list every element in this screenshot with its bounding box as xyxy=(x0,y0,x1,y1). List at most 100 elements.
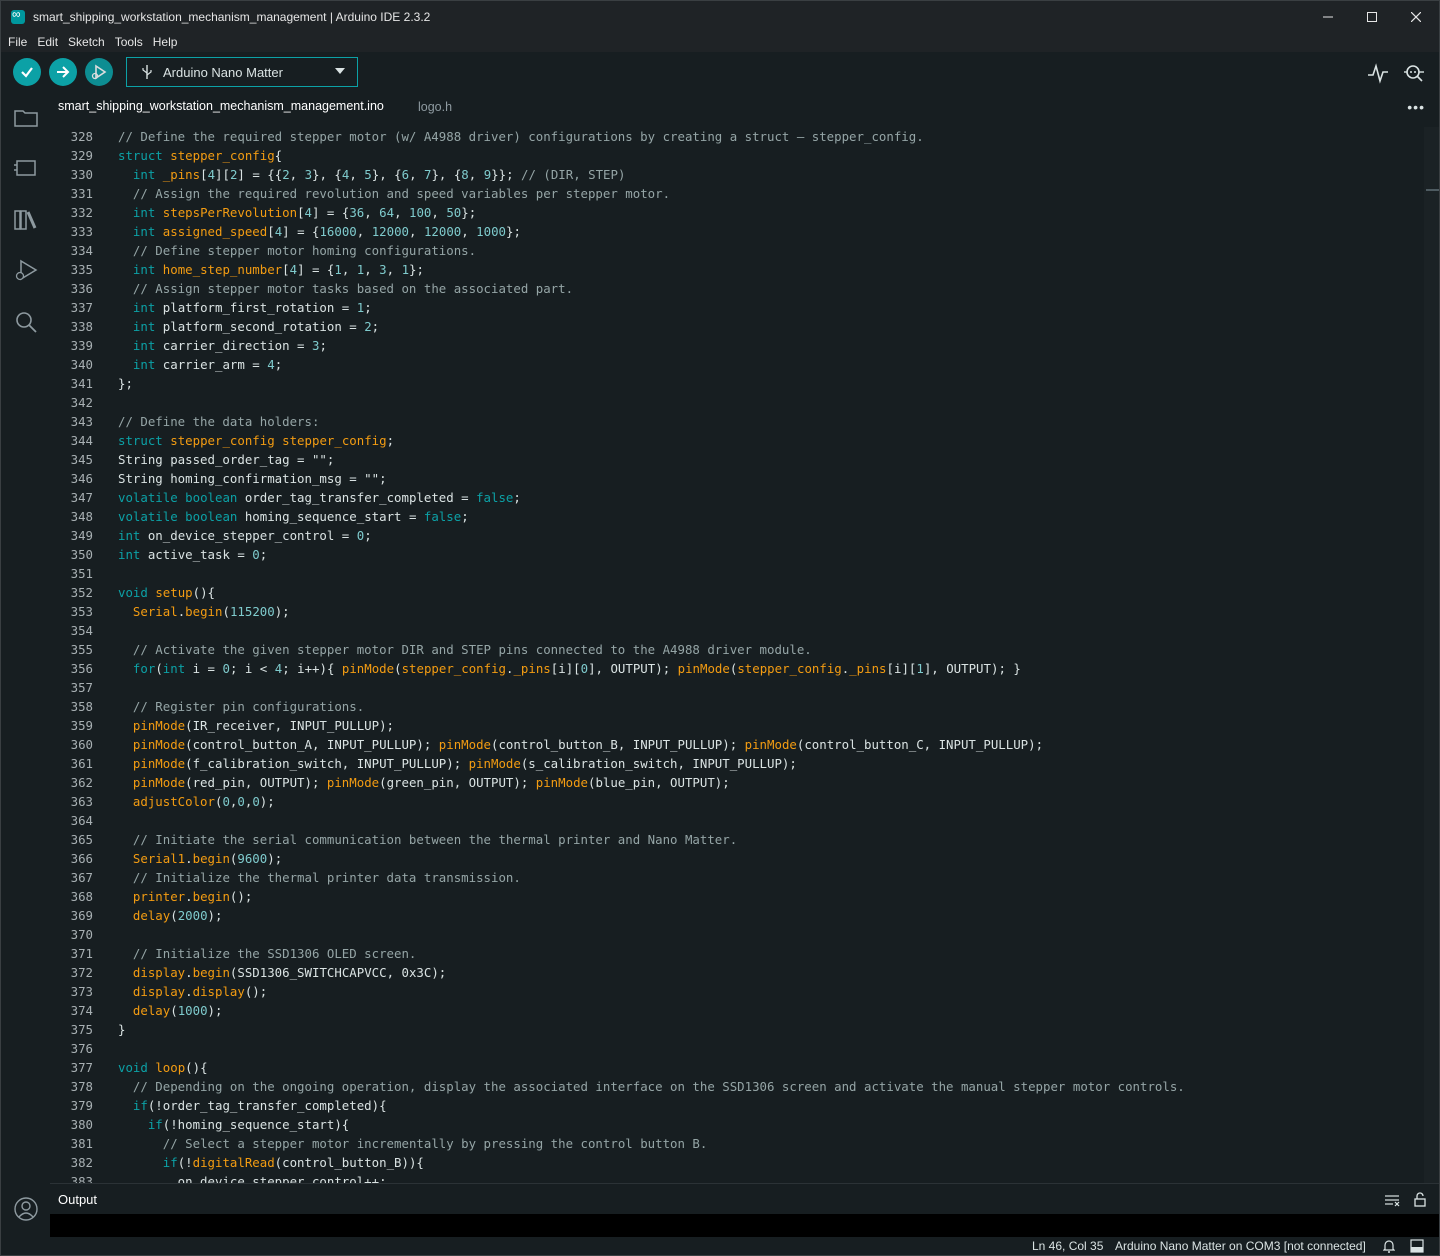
menu-tools[interactable]: Tools xyxy=(110,35,148,49)
search-icon[interactable] xyxy=(13,309,39,335)
code-line[interactable]: 344 struct stepper_config stepper_config; xyxy=(50,431,1439,450)
code-line[interactable]: 382 if(!digitalRead(control_button_B)){ xyxy=(50,1153,1439,1172)
account-icon[interactable] xyxy=(13,1196,39,1222)
code-line[interactable]: 333 int assigned_speed[4] = {16000, 1200… xyxy=(50,222,1439,241)
code-line[interactable]: 363 adjustColor(0,0,0); xyxy=(50,792,1439,811)
tab-main-sketch[interactable]: smart_shipping_workstation_mechanism_man… xyxy=(50,92,392,122)
code-line[interactable]: 347 volatile boolean order_tag_transfer_c… xyxy=(50,488,1439,507)
line-number: 334 xyxy=(70,243,93,258)
code-line[interactable]: 365 // Initiate the serial communication… xyxy=(50,830,1439,849)
code-line[interactable]: 346 String homing_confirmation_msg = ""; xyxy=(50,469,1439,488)
code-line[interactable]: 342 xyxy=(50,393,1439,412)
code-line[interactable]: 340 int carrier_arm = 4; xyxy=(50,355,1439,374)
library-manager-icon[interactable] xyxy=(13,207,39,233)
code-line[interactable]: 371 // Initialize the SSD1306 OLED scree… xyxy=(50,944,1439,963)
code-line[interactable]: 372 display.begin(SSD1306_SWITCHCAPVCC, … xyxy=(50,963,1439,982)
code-text: }; xyxy=(118,376,133,391)
code-line[interactable]: 366 Serial1.begin(9600); xyxy=(50,849,1439,868)
code-line[interactable]: 329 struct stepper_config{ xyxy=(50,146,1439,165)
code-line[interactable]: 337 int platform_first_rotation = 1; xyxy=(50,298,1439,317)
line-number: 353 xyxy=(70,604,93,619)
code-line[interactable]: 338 int platform_second_rotation = 2; xyxy=(50,317,1439,336)
boards-manager-icon[interactable] xyxy=(13,156,39,182)
code-line[interactable]: 335 int home_step_number[4] = {1, 1, 3, … xyxy=(50,260,1439,279)
code-line[interactable]: 373 display.display(); xyxy=(50,982,1439,1001)
code-line[interactable]: 343 // Define the data holders: xyxy=(50,412,1439,431)
code-line[interactable]: 356 for(int i = 0; i < 4; i++){ pinMode(… xyxy=(50,659,1439,678)
code-line[interactable]: 362 pinMode(red_pin, OUTPUT); pinMode(gr… xyxy=(50,773,1439,792)
code-line[interactable]: 352 void setup(){ xyxy=(50,583,1439,602)
more-options-icon[interactable]: ••• xyxy=(1407,99,1425,115)
code-line[interactable]: 331 // Assign the required revolution an… xyxy=(50,184,1439,203)
code-line[interactable]: 357 xyxy=(50,678,1439,697)
scrollbar-thumb[interactable] xyxy=(1426,189,1439,191)
code-line[interactable]: 374 delay(1000); xyxy=(50,1001,1439,1020)
sketchbook-folder-icon[interactable] xyxy=(13,105,39,131)
minimize-button[interactable] xyxy=(1305,1,1351,32)
code-line[interactable]: 383 on_device_stepper_control++; xyxy=(50,1172,1439,1183)
code-line[interactable]: 381 // Select a stepper motor incrementa… xyxy=(50,1134,1439,1153)
tab-logo-h[interactable]: logo.h xyxy=(410,92,460,122)
code-line[interactable]: 367 // Initialize the thermal printer da… xyxy=(50,868,1439,887)
menu-edit[interactable]: Edit xyxy=(32,35,63,49)
menu-file[interactable]: File xyxy=(3,35,32,49)
maximize-button[interactable] xyxy=(1349,1,1395,32)
code-line[interactable]: 336 // Assign stepper motor tasks based … xyxy=(50,279,1439,298)
cursor-position[interactable]: Ln 46, Col 35 xyxy=(1032,1239,1103,1253)
code-line[interactable]: 355 // Activate the given stepper motor … xyxy=(50,640,1439,659)
line-number: 361 xyxy=(70,756,93,771)
board-connection-status[interactable]: Arduino Nano Matter on COM3 [not connect… xyxy=(1115,1239,1366,1253)
code-line[interactable]: 332 int stepsPerRevolution[4] = {36, 64,… xyxy=(50,203,1439,222)
code-line[interactable]: 350 int active_task = 0; xyxy=(50,545,1439,564)
code-line[interactable]: 359 pinMode(IR_receiver, INPUT_PULLUP); xyxy=(50,716,1439,735)
menu-help[interactable]: Help xyxy=(148,35,183,49)
code-line[interactable]: 377 void loop(){ xyxy=(50,1058,1439,1077)
code-line[interactable]: 334 // Define stepper motor homing confi… xyxy=(50,241,1439,260)
serial-plotter-button[interactable] xyxy=(1367,62,1389,84)
line-number: 379 xyxy=(70,1098,93,1113)
code-line[interactable]: 376 xyxy=(50,1039,1439,1058)
code-line[interactable]: 379 if(!order_tag_transfer_completed){ xyxy=(50,1096,1439,1115)
notifications-bell-icon[interactable] xyxy=(1383,1239,1395,1253)
code-line[interactable]: 349 int on_device_stepper_control = 0; xyxy=(50,526,1439,545)
serial-monitor-button[interactable] xyxy=(1402,62,1426,84)
code-line[interactable]: 375} xyxy=(50,1020,1439,1039)
code-line[interactable]: 351 xyxy=(50,564,1439,583)
toggle-panel-icon[interactable] xyxy=(1410,1239,1424,1253)
code-line[interactable]: 378 // Depending on the ongoing operatio… xyxy=(50,1077,1439,1096)
scroll-lock-icon[interactable] xyxy=(1412,1191,1428,1207)
verify-button[interactable] xyxy=(13,58,41,86)
menu-sketch[interactable]: Sketch xyxy=(63,35,110,49)
line-number: 346 xyxy=(70,471,93,486)
clear-output-icon[interactable] xyxy=(1384,1192,1400,1208)
code-line[interactable]: 339 int carrier_direction = 3; xyxy=(50,336,1439,355)
code-line[interactable]: 368 printer.begin(); xyxy=(50,887,1439,906)
board-selector[interactable]: Arduino Nano Matter xyxy=(126,57,358,87)
output-console[interactable] xyxy=(50,1214,1439,1238)
debug-button[interactable] xyxy=(85,58,113,86)
code-line[interactable]: 360 pinMode(control_button_A, INPUT_PULL… xyxy=(50,735,1439,754)
code-line[interactable]: 370 xyxy=(50,925,1439,944)
code-line[interactable]: 361 pinMode(f_calibration_switch, INPUT_… xyxy=(50,754,1439,773)
code-line[interactable]: 358 // Register pin configurations. xyxy=(50,697,1439,716)
code-editor[interactable]: 328 // Define the required stepper motor … xyxy=(50,127,1439,1183)
code-line[interactable]: 345 String passed_order_tag = ""; xyxy=(50,450,1439,469)
code-line[interactable]: 348 volatile boolean homing_sequence_star… xyxy=(50,507,1439,526)
line-number: 348 xyxy=(70,509,93,524)
code-line[interactable]: 364 xyxy=(50,811,1439,830)
line-number: 376 xyxy=(70,1041,93,1056)
debug-panel-icon[interactable] xyxy=(13,258,39,284)
code-line[interactable]: 330 int _pins[4][2] = {{2, 3}, {4, 5}, {… xyxy=(50,165,1439,184)
code-line[interactable]: 380 if(!homing_sequence_start){ xyxy=(50,1115,1439,1134)
close-button[interactable] xyxy=(1393,1,1439,32)
chevron-down-icon xyxy=(335,68,345,74)
code-line[interactable]: 328 // Define the required stepper motor … xyxy=(50,127,1439,146)
code-line[interactable]: 354 xyxy=(50,621,1439,640)
upload-button[interactable] xyxy=(49,58,77,86)
code-line[interactable]: 341}; xyxy=(50,374,1439,393)
line-number: 371 xyxy=(70,946,93,961)
line-number: 383 xyxy=(70,1174,93,1183)
code-line[interactable]: 353 Serial.begin(115200); xyxy=(50,602,1439,621)
editor-scrollbar[interactable] xyxy=(1424,127,1439,1183)
code-line[interactable]: 369 delay(2000); xyxy=(50,906,1439,925)
